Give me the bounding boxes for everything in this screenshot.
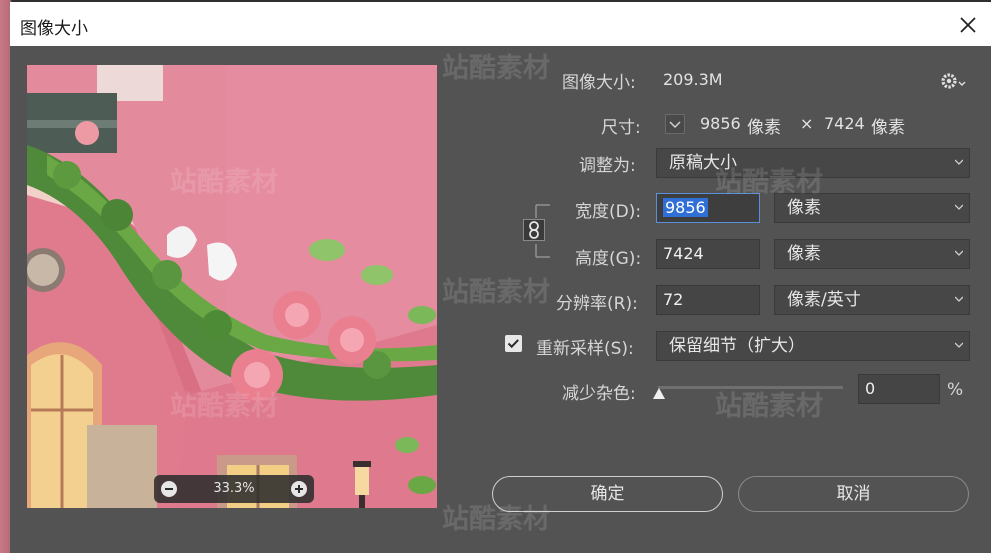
height-label: 高度(G):	[575, 249, 642, 269]
image-size-value: 209.3M	[663, 70, 723, 89]
width-unit-value: 像素	[787, 198, 821, 218]
chevron-down-icon	[955, 296, 963, 302]
zoom-level: 33.3%	[213, 481, 255, 496]
watermark: 站酷素材	[170, 167, 278, 198]
resample-label: 重新采样(S):	[536, 339, 634, 359]
watermark: 站酷素材	[442, 277, 550, 308]
dimensions-unit-toggle[interactable]	[665, 114, 685, 134]
dimensions-height-unit: 像素	[871, 118, 905, 138]
height-value: 7424	[663, 244, 704, 263]
chevron-down-icon	[955, 159, 963, 165]
watermark: 站酷素材	[170, 391, 278, 422]
reduce-noise-unit: %	[947, 380, 964, 400]
dimensions-width: 9856	[700, 114, 741, 133]
resolution-input[interactable]: 72	[656, 285, 760, 315]
watermark: 站酷素材	[715, 391, 823, 422]
chevron-down-icon	[955, 204, 963, 210]
image-size-label: 图像大小:	[562, 73, 636, 93]
checkmark-icon	[507, 339, 519, 349]
fit-to-label: 调整为:	[579, 156, 636, 176]
image-preview[interactable]: 33.3%	[27, 65, 437, 508]
close-button[interactable]	[951, 8, 985, 42]
resample-checkbox[interactable]	[505, 335, 522, 352]
link-icon	[529, 221, 539, 239]
resample-method-value: 保留细节（扩大）	[669, 336, 805, 356]
zoom-control: 33.3%	[154, 475, 314, 503]
resolution-unit-value: 像素/英寸	[787, 290, 861, 310]
reduce-noise-label: 减少杂色:	[562, 384, 636, 404]
reduce-noise-input[interactable]: 0	[858, 374, 940, 404]
watermark: 站酷素材	[442, 53, 550, 84]
chevron-down-icon	[955, 342, 963, 348]
resolution-unit-select[interactable]: 像素/英寸	[774, 285, 970, 315]
title-bar: 图像大小	[10, 2, 991, 46]
constrain-proportions-toggle[interactable]	[523, 219, 545, 241]
watermark: 站酷素材	[715, 167, 823, 198]
chevron-down-icon	[955, 250, 963, 256]
dimensions-height: 7424	[824, 114, 865, 133]
settings-menu-button[interactable]	[940, 70, 968, 92]
gear-icon	[941, 73, 966, 89]
slider-thumb-icon	[653, 388, 665, 399]
reduce-noise-value: 0	[865, 379, 876, 398]
height-input[interactable]: 7424	[656, 239, 760, 269]
chevron-down-icon	[669, 121, 681, 129]
dimensions-separator: ×	[800, 114, 814, 133]
zoom-in-button[interactable]	[291, 481, 307, 497]
dimensions-label: 尺寸:	[601, 118, 641, 138]
height-unit-select[interactable]: 像素	[774, 239, 970, 269]
resample-method-select[interactable]: 保留细节（扩大）	[656, 331, 970, 361]
dialog-title: 图像大小	[20, 19, 88, 39]
resolution-label: 分辨率(R):	[556, 294, 638, 314]
watermark: 站酷素材	[442, 504, 550, 535]
close-icon	[960, 17, 976, 33]
reduce-noise-slider-thumb[interactable]	[653, 384, 665, 399]
dimensions-width-unit: 像素	[747, 118, 781, 138]
preview-illustration	[27, 65, 437, 508]
resolution-value: 72	[663, 290, 684, 309]
cancel-button[interactable]: 取消	[738, 476, 969, 512]
image-size-dialog: 图像大小 33.3% 图像大小: 209.3M 尺寸: 9856 像素 × 74…	[10, 2, 991, 553]
height-unit-value: 像素	[787, 244, 821, 264]
width-value: 9856	[663, 198, 708, 217]
width-label: 宽度(D):	[575, 202, 642, 222]
